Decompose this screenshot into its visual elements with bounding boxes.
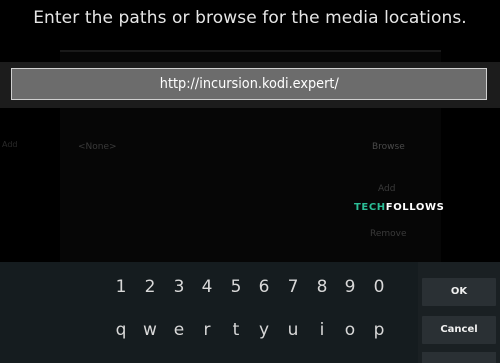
key-r[interactable]: r — [193, 320, 221, 340]
key-y[interactable]: y — [250, 320, 278, 340]
url-input-field[interactable]: http://incursion.kodi.expert/ — [11, 68, 487, 100]
key-9[interactable]: 9 — [336, 277, 364, 297]
techfollows-watermark: TECHFOLLOWS — [354, 202, 444, 213]
key-q[interactable]: q — [107, 320, 135, 340]
key-w[interactable]: w — [136, 320, 164, 340]
key-3[interactable]: 3 — [165, 277, 193, 297]
url-input-value: http://incursion.kodi.expert/ — [159, 76, 339, 92]
key-7[interactable]: 7 — [279, 277, 307, 297]
key-5[interactable]: 5 — [222, 277, 250, 297]
key-i[interactable]: i — [308, 320, 336, 340]
ok-button[interactable]: OK — [422, 278, 496, 306]
key-4[interactable]: 4 — [193, 277, 221, 297]
background-remove-button: Remove — [370, 229, 407, 239]
dialog-title: Enter the paths or browse for the media … — [33, 8, 467, 28]
background-side-label: Add — [2, 140, 18, 149]
background-browse-button: Browse — [372, 142, 405, 152]
key-t[interactable]: t — [222, 320, 250, 340]
keyboard-side-button[interactable] — [422, 352, 496, 363]
key-2[interactable]: 2 — [136, 277, 164, 297]
cancel-button[interactable]: Cancel — [422, 316, 496, 344]
kodi-keyboard-dialog: Enter the paths or browse for the media … — [0, 0, 500, 363]
key-e[interactable]: e — [165, 320, 193, 340]
key-o[interactable]: o — [336, 320, 364, 340]
watermark-part1: TECH — [354, 202, 386, 213]
key-0[interactable]: 0 — [365, 277, 393, 297]
key-p[interactable]: p — [365, 320, 393, 340]
key-6[interactable]: 6 — [250, 277, 278, 297]
key-8[interactable]: 8 — [308, 277, 336, 297]
watermark-part2: FOLLOWS — [385, 202, 445, 213]
background-add-button: Add — [378, 184, 396, 194]
background-none-item: <None> — [78, 142, 117, 152]
key-u[interactable]: u — [279, 320, 307, 340]
key-1[interactable]: 1 — [107, 277, 135, 297]
